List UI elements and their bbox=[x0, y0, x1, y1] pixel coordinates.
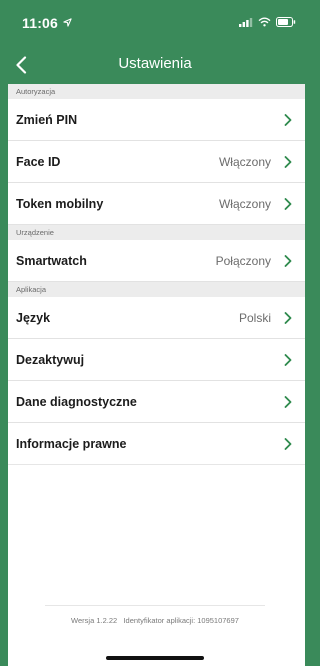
row-label: Token mobilny bbox=[16, 196, 104, 211]
settings-row-face-id[interactable]: Face ID Włączony bbox=[8, 141, 305, 183]
settings-row-deactivate[interactable]: Dezaktywuj bbox=[8, 339, 305, 381]
settings-row-diagnostics[interactable]: Dane diagnostyczne bbox=[8, 381, 305, 423]
row-label: Język bbox=[16, 310, 51, 325]
settings-list: Autoryzacja Zmień PIN Face ID Włączony T… bbox=[8, 84, 305, 666]
row-label: Informacje prawne bbox=[16, 436, 127, 451]
row-label: Zmień PIN bbox=[16, 112, 78, 127]
battery-icon bbox=[276, 17, 296, 27]
row-value: Włączony bbox=[218, 196, 271, 211]
nav-bar: Ustawienia bbox=[0, 46, 310, 84]
settings-row-smartwatch[interactable]: Smartwatch Połączony bbox=[8, 240, 305, 282]
status-icons bbox=[239, 17, 296, 27]
wifi-icon bbox=[258, 17, 271, 27]
settings-screen: 11:06 Ustawienia Autoryzacja Zmień PIN F… bbox=[0, 0, 310, 666]
row-label: Smartwatch bbox=[16, 253, 87, 268]
row-value: Połączony bbox=[215, 253, 271, 268]
chevron-right-icon bbox=[283, 353, 293, 367]
row-value: Polski bbox=[238, 310, 271, 325]
settings-row-legal-info[interactable]: Informacje prawne bbox=[8, 423, 305, 465]
section-header-authorization: Autoryzacja bbox=[8, 84, 305, 99]
status-bar: 11:06 bbox=[0, 0, 310, 46]
settings-row-change-pin[interactable]: Zmień PIN bbox=[8, 99, 305, 141]
chevron-right-icon bbox=[283, 155, 293, 169]
home-indicator bbox=[106, 656, 204, 660]
chevron-right-icon bbox=[283, 311, 293, 325]
row-value: Włączony bbox=[218, 154, 271, 169]
page-title: Ustawienia bbox=[118, 55, 192, 72]
app-footer: Wersja 1.2.22 Identyfikator aplikacji: 1… bbox=[45, 605, 265, 625]
row-label: Face ID bbox=[16, 154, 61, 169]
location-arrow-icon bbox=[63, 18, 72, 27]
chevron-right-icon bbox=[283, 113, 293, 127]
settings-row-mobile-token[interactable]: Token mobilny Włączony bbox=[8, 183, 305, 225]
app-identifier: Identyfikator aplikacji: 1095107697 bbox=[123, 616, 239, 625]
chevron-right-icon bbox=[283, 437, 293, 451]
row-label: Dane diagnostyczne bbox=[16, 394, 137, 409]
chevron-right-icon bbox=[283, 395, 293, 409]
section-header-device: Urządzenie bbox=[8, 225, 305, 240]
section-header-application: Aplikacja bbox=[8, 282, 305, 297]
settings-row-language[interactable]: Język Polski bbox=[8, 297, 305, 339]
chevron-right-icon bbox=[283, 197, 293, 211]
status-time: 11:06 bbox=[22, 15, 59, 31]
app-version: Wersja 1.2.22 bbox=[71, 616, 118, 625]
row-label: Dezaktywuj bbox=[16, 352, 85, 367]
chevron-right-icon bbox=[283, 254, 293, 268]
signal-icon bbox=[239, 17, 253, 27]
